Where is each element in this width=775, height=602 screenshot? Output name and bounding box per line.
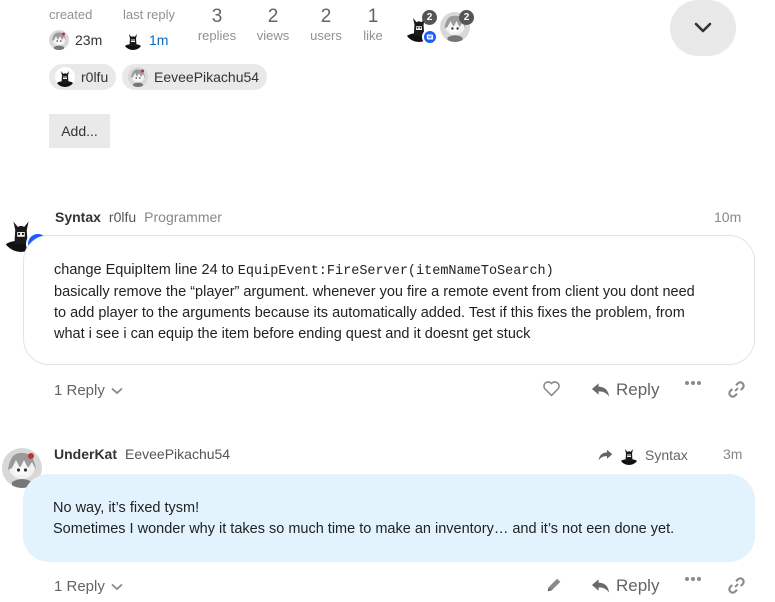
post-header: Syntax r0lfu Programmer (55, 209, 222, 225)
reply-icon (591, 579, 610, 593)
author-display-name[interactable]: UnderKat (54, 446, 117, 462)
group-flair-icon (422, 29, 438, 45)
views-count: 2 (267, 6, 279, 27)
share-link-button[interactable] (727, 380, 746, 399)
reply-button[interactable]: Reply (591, 576, 659, 596)
likes-stat: 1 like (358, 6, 388, 44)
reply-to-arrow-icon (598, 449, 613, 461)
post-body: change EquipItem line 24 to EquipEvent:F… (23, 235, 755, 365)
author-username[interactable]: r0lfu (109, 209, 136, 225)
replies-label: replies (197, 28, 237, 43)
ellipsis-icon (685, 577, 701, 581)
avatar (128, 67, 148, 87)
post-date[interactable]: 3m (723, 446, 742, 462)
created-label: created (49, 7, 93, 22)
more-actions-button[interactable] (684, 380, 702, 386)
participant-post-count: 2 (422, 10, 437, 25)
chevron-down-icon (694, 22, 712, 33)
avatar (619, 445, 639, 465)
last-reply-label: last reply (123, 7, 176, 22)
reply-to-tab[interactable]: Syntax (598, 445, 688, 465)
body-text: basically remove the “player” argument. … (54, 284, 695, 300)
created-time[interactable]: 23m (75, 32, 102, 48)
ellipsis-icon (685, 381, 701, 385)
pencil-icon (547, 578, 561, 592)
users-stat: 2 users (307, 6, 345, 44)
replies-stat: 3 replies (196, 6, 238, 44)
last-reply-time[interactable]: 1m (149, 32, 168, 48)
chevron-down-icon (111, 583, 123, 590)
reply-button[interactable]: Reply (591, 380, 659, 400)
post-header: UnderKat EeveePikachu54 (54, 446, 230, 462)
body-text: No way, it’s fixed tysm! (53, 500, 200, 516)
like-button[interactable] (542, 380, 561, 397)
participant-avatar-eevee[interactable]: 2 (440, 10, 474, 44)
reply-label: Reply (616, 576, 660, 595)
body-text: to add player to the arguments because i… (54, 305, 685, 321)
inline-code: EquipEvent:FireServer(itemNameToSearch) (237, 264, 554, 279)
likes-count: 1 (367, 6, 379, 27)
participant-avatar-r0lfu[interactable]: 2 (404, 10, 438, 45)
replies-toggle-label: 1 Reply (54, 382, 105, 399)
post-date[interactable]: 10m (714, 209, 741, 225)
add-participant-button[interactable]: Add... (49, 114, 110, 148)
last-replier-avatar[interactable] (123, 30, 143, 50)
heart-icon (543, 381, 560, 397)
participant-chip[interactable]: r0lfu (49, 64, 117, 90)
avatar (55, 67, 75, 87)
creator-avatar[interactable] (49, 30, 69, 50)
replies-count: 3 (211, 6, 223, 27)
views-label: views (256, 28, 290, 43)
views-stat: 2 views (254, 6, 292, 44)
link-icon (728, 381, 745, 398)
users-label: users (310, 28, 342, 43)
more-actions-button[interactable] (684, 576, 702, 582)
post-body: No way, it’s fixed tysm! Sometimes I won… (23, 474, 755, 562)
reply-to-name: Syntax (645, 447, 688, 463)
expand-topic-map-button[interactable] (670, 0, 736, 56)
author-username[interactable]: EeveePikachu54 (125, 446, 230, 462)
share-link-button[interactable] (727, 576, 746, 595)
author-display-name[interactable]: Syntax (55, 209, 101, 225)
author-title: Programmer (144, 209, 222, 225)
last-reply-stat: last reply 1m (123, 7, 175, 50)
users-count: 2 (320, 6, 332, 27)
reply-icon (591, 383, 610, 397)
participant-post-count: 2 (459, 10, 474, 25)
likes-label: like (363, 28, 383, 43)
participant-chip[interactable]: EeveePikachu54 (122, 64, 268, 90)
body-text: what i see i can equip the item before e… (54, 326, 531, 342)
show-replies-toggle[interactable]: 1 Reply (54, 382, 123, 399)
body-text: Sometimes I wonder why it takes so much … (53, 521, 675, 537)
show-replies-toggle[interactable]: 1 Reply (54, 578, 123, 595)
replies-toggle-label: 1 Reply (54, 578, 105, 595)
body-text: change EquipItem line 24 to (54, 262, 238, 278)
link-icon (728, 577, 745, 594)
participant-name: r0lfu (81, 69, 109, 85)
participant-name: EeveePikachu54 (154, 69, 260, 85)
edit-button[interactable] (545, 576, 563, 594)
chevron-down-icon (111, 387, 123, 394)
reply-label: Reply (616, 380, 660, 399)
created-stat: created 23m (49, 7, 102, 50)
